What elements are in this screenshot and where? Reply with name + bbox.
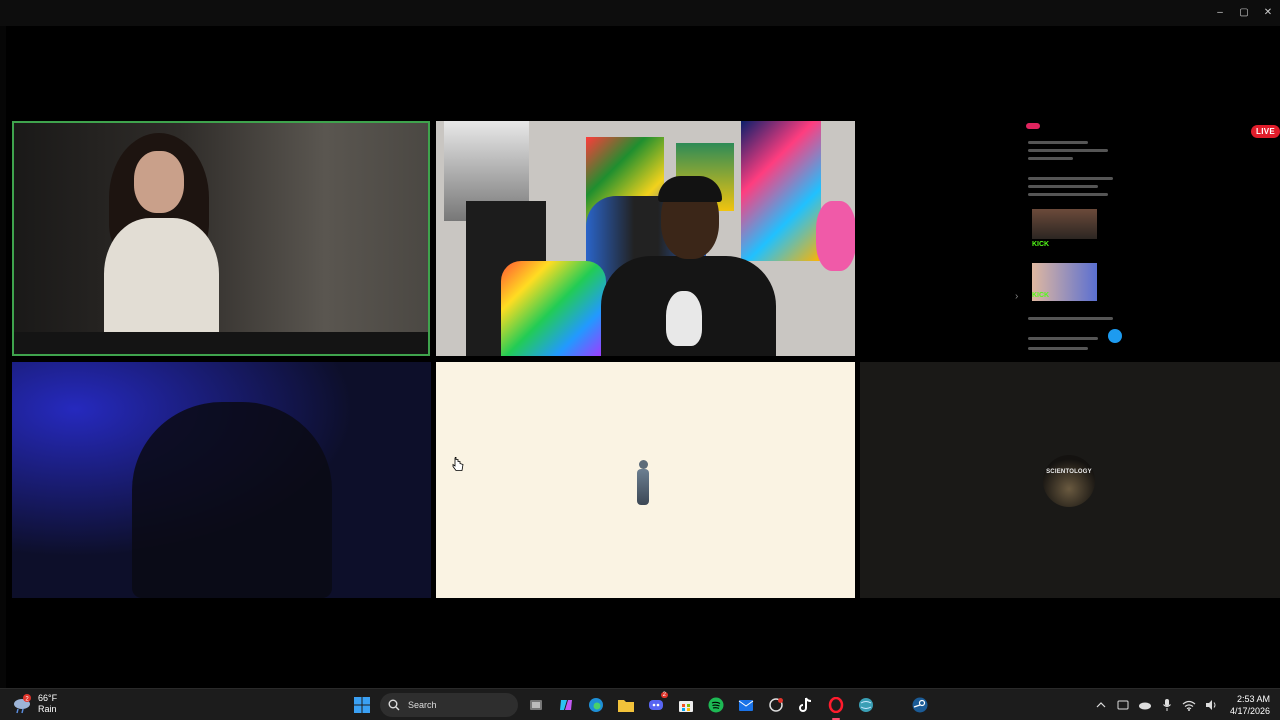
close-button[interactable]: ✕: [1262, 8, 1274, 18]
blanket: [501, 261, 606, 356]
compose-button: [1108, 329, 1122, 343]
live-badge: LIVE: [1251, 125, 1280, 138]
spotify-icon: [708, 697, 724, 713]
video-tile-participant-1[interactable]: [12, 121, 430, 356]
weather-widget[interactable]: 2 66°F Rain: [12, 693, 57, 715]
chatgpt-button[interactable]: [764, 693, 788, 717]
browser-button[interactable]: [854, 693, 878, 717]
shared-phone-screen: KICK KICK: [1020, 121, 1125, 356]
opera-icon: [828, 697, 844, 713]
video-tile-participant-6[interactable]: SCIENTOLOGY: [860, 362, 1280, 598]
poster: [816, 201, 855, 271]
edge-icon: [589, 698, 603, 712]
taskbar: 2 66°F Rain Search 2 2:53 AM 4/17/2026: [0, 688, 1280, 720]
search-box[interactable]: Search: [380, 693, 518, 717]
search-label: Search: [408, 700, 437, 710]
discord-icon: [649, 700, 663, 710]
maximize-button[interactable]: ▢: [1238, 8, 1250, 18]
avatar-figure: [633, 460, 653, 505]
live-indicator-pill: [1026, 123, 1040, 129]
discord-button[interactable]: 2: [644, 692, 668, 717]
kick-logo: KICK: [1032, 241, 1050, 248]
weather-temperature: 66°F: [38, 693, 58, 703]
participant-video: [601, 256, 776, 356]
avatar-text: SCIENTOLOGY: [1046, 469, 1092, 475]
edge-button[interactable]: [584, 693, 608, 717]
tiktok-button[interactable]: [794, 693, 818, 717]
steam-icon: [912, 697, 928, 713]
participant-video: [89, 133, 229, 354]
video-tile-participant-2[interactable]: [436, 121, 855, 356]
task-view-button[interactable]: [524, 693, 548, 717]
chevron-right-icon: ›: [1015, 291, 1019, 302]
hand-cursor-icon: [452, 457, 464, 471]
store-icon: [679, 701, 693, 712]
file-explorer-button[interactable]: [614, 693, 638, 717]
clock-date: 4/17/2026: [1229, 706, 1270, 716]
wifi-icon[interactable]: [1182, 698, 1196, 712]
discord-badge: 2: [660, 692, 668, 698]
sync-icon[interactable]: [1116, 698, 1130, 712]
participant-video: [132, 402, 332, 598]
opera-gx-button[interactable]: [824, 693, 848, 720]
window-titlebar: – ▢ ✕: [0, 0, 1280, 26]
taskbar-apps: Search 2: [350, 692, 932, 720]
start-button[interactable]: [350, 693, 374, 717]
mail-icon: [738, 700, 754, 711]
poster: [741, 121, 821, 261]
globe-icon: [859, 698, 873, 712]
windows-logo-icon: [354, 697, 370, 713]
volume-icon[interactable]: [1204, 698, 1218, 712]
kick-logo: KICK: [1032, 292, 1050, 299]
tiktok-icon: [799, 697, 812, 712]
onedrive-icon[interactable]: [1138, 698, 1152, 712]
chevron-up-icon[interactable]: [1094, 698, 1108, 712]
video-tile-participant-4[interactable]: [12, 362, 431, 598]
system-tray: 2:53 AM 4/17/2026: [1094, 689, 1270, 720]
microphone-icon[interactable]: [1160, 698, 1174, 712]
post-image: [1032, 209, 1097, 239]
folder-icon: [618, 700, 634, 712]
copilot-icon: [560, 700, 572, 710]
minimize-button[interactable]: –: [1214, 8, 1226, 18]
microsoft-store-button[interactable]: [674, 693, 698, 717]
rain-cloud-icon: 2: [12, 694, 32, 714]
task-view-icon: [530, 700, 542, 710]
spotify-button[interactable]: [704, 693, 728, 717]
video-tile-participant-5[interactable]: [436, 362, 855, 598]
search-icon: [388, 699, 400, 711]
screen-share-tile[interactable]: KICK KICK › LIVE: [860, 121, 1280, 356]
chatgpt-icon: [769, 698, 783, 712]
steam-button[interactable]: [908, 693, 932, 717]
avatar: SCIENTOLOGY: [1043, 455, 1095, 507]
copilot-button[interactable]: [554, 693, 578, 717]
weather-condition: Rain: [38, 704, 57, 714]
clock-time: 2:53 AM: [1236, 694, 1270, 704]
outlook-button[interactable]: [734, 693, 758, 717]
desk: [14, 332, 428, 354]
clock[interactable]: 2:53 AM 4/17/2026: [1230, 693, 1270, 717]
desktop-screen: – ▢ ✕ KICK KICK › LIVE SCIENTOLOGY 2 66°…: [0, 0, 1280, 720]
window-controls: – ▢ ✕: [1214, 8, 1274, 18]
headset: [658, 176, 722, 202]
